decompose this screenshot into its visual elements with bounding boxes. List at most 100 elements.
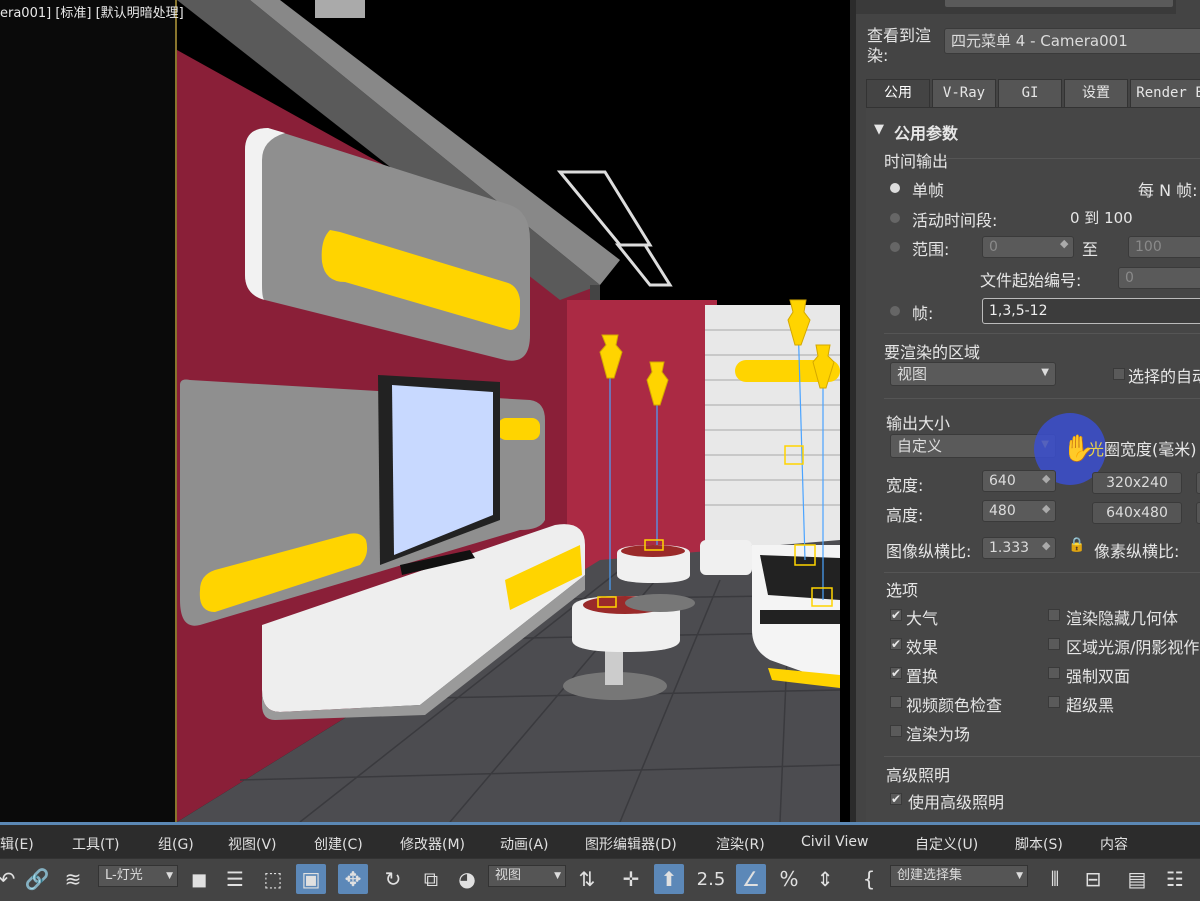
main-toolbar: ↶ 🔗 ≋ L-灯光 ▼ ◼ ☰ ⬚ ▣ ✥ ↻ ⧉ ◕ 视图 ▼ ⇅ ✛ ⬆ 2.… bbox=[0, 858, 1200, 901]
window-crossing-icon[interactable]: ▣ bbox=[296, 864, 326, 894]
pivot-center-icon[interactable]: ⇅ bbox=[572, 864, 602, 894]
tab-common[interactable]: 公用 bbox=[866, 79, 930, 107]
tab-gi[interactable]: GI bbox=[998, 79, 1062, 107]
select-manipulate-icon[interactable]: ✛ bbox=[616, 864, 646, 894]
preset-640x480-button[interactable]: 640x480 bbox=[1092, 502, 1182, 524]
range-to-spinner[interactable]: 100 bbox=[1128, 236, 1200, 258]
view-to-render-label-2: 染: bbox=[867, 46, 889, 65]
menu-group[interactable]: 组(G) bbox=[158, 834, 194, 854]
rollout-title[interactable]: 公用参数 bbox=[894, 120, 958, 144]
area-lights-label: 区域光源/阴影视作 bbox=[1066, 638, 1200, 657]
spinner-arrows-icon[interactable]: ◆ bbox=[1042, 502, 1050, 515]
undo-icon[interactable]: ↶ bbox=[0, 864, 22, 894]
preset-button-right[interactable] bbox=[1196, 472, 1200, 494]
auto-region-checkbox[interactable] bbox=[1113, 368, 1125, 380]
atmosphere-label: 大气 bbox=[906, 609, 939, 628]
camera-viewport[interactable]: era001] [标准] [默认明暗处理] bbox=[0, 0, 850, 822]
tab-render-elements[interactable]: Render E bbox=[1130, 79, 1200, 107]
rotate-icon[interactable]: ↻ bbox=[378, 864, 408, 894]
link-icon[interactable]: 🔗 bbox=[22, 864, 52, 894]
menu-modifiers[interactable]: 修改器(M) bbox=[400, 834, 465, 854]
ribbon-toggle-icon[interactable]: ☷ bbox=[1160, 864, 1190, 894]
frames-input[interactable]: 1,3,5-12 bbox=[982, 298, 1200, 324]
menu-create[interactable]: 创建(C) bbox=[314, 834, 363, 854]
video-color-check-checkbox[interactable] bbox=[890, 696, 902, 708]
effects-checkbox[interactable]: ✔ bbox=[890, 638, 902, 650]
ref-coord-dropdown[interactable]: 视图 ▼ bbox=[488, 865, 566, 887]
percent-snap-icon[interactable]: % bbox=[774, 864, 804, 894]
divider bbox=[884, 756, 1200, 757]
divider bbox=[884, 398, 1200, 399]
tab-settings[interactable]: 设置 bbox=[1064, 79, 1128, 107]
menu-edit[interactable]: 辑(E) bbox=[0, 834, 34, 854]
named-selection-dropdown[interactable]: 创建选择集 ▼ bbox=[890, 865, 1028, 887]
render-hidden-label: 渲染隐藏几何体 bbox=[1066, 609, 1179, 628]
lock-icon[interactable]: 🔒 bbox=[1068, 537, 1085, 553]
menu-views[interactable]: 视图(V) bbox=[228, 834, 277, 854]
file-start-label: 文件起始编号: bbox=[980, 271, 1082, 290]
radio-frames[interactable] bbox=[890, 306, 900, 316]
spinner-snap-icon[interactable]: ⇕ bbox=[810, 864, 840, 894]
super-black-label: 超级黑 bbox=[1066, 696, 1115, 715]
mirror-icon[interactable]: ⫴ bbox=[1040, 864, 1070, 894]
effects-label: 效果 bbox=[906, 638, 939, 657]
preset-dropdown[interactable] bbox=[944, 0, 1174, 8]
angle-snap-icon[interactable]: ∠ bbox=[736, 864, 766, 894]
radio-range[interactable] bbox=[890, 242, 900, 252]
menu-tools[interactable]: 工具(T) bbox=[72, 834, 119, 854]
active-segment-label: 活动时间段: bbox=[912, 211, 998, 230]
render-hidden-checkbox[interactable] bbox=[1048, 609, 1060, 621]
menu-customize[interactable]: 自定义(U) bbox=[915, 834, 978, 854]
menu-scripting[interactable]: 脚本(S) bbox=[1015, 834, 1063, 854]
bind-spacewarp-icon[interactable]: ≋ bbox=[58, 864, 88, 894]
area-dropdown[interactable]: 视图 ▼ bbox=[890, 362, 1056, 386]
frames-label: 帧: bbox=[912, 304, 934, 323]
place-icon[interactable]: ◕ bbox=[452, 864, 482, 894]
preset-button-right[interactable] bbox=[1196, 502, 1200, 524]
scale-icon[interactable]: ⧉ bbox=[416, 864, 446, 894]
select-object-icon[interactable]: ◼ bbox=[184, 864, 214, 894]
rollout-collapse-icon[interactable]: ▼ bbox=[874, 122, 884, 137]
main-menu-bar: 辑(E) 工具(T) 组(G) 视图(V) 创建(C) 修改器(M) 动画(A)… bbox=[0, 822, 1200, 858]
render-fields-checkbox[interactable] bbox=[890, 725, 902, 737]
menu-civil-view[interactable]: Civil View bbox=[801, 834, 868, 850]
output-preset-dropdown[interactable]: 自定义▼ bbox=[890, 434, 1056, 458]
select-by-name-icon[interactable]: ☰ bbox=[220, 864, 250, 894]
displacement-checkbox[interactable]: ✔ bbox=[890, 667, 902, 679]
tab-vray[interactable]: V-Ray bbox=[932, 79, 996, 107]
menu-graph-editors[interactable]: 图形编辑器(D) bbox=[585, 834, 677, 854]
layer-explorer-icon[interactable]: ▤ bbox=[1122, 864, 1152, 894]
area-title: 要渲染的区域 bbox=[884, 343, 981, 362]
area-lights-checkbox[interactable] bbox=[1048, 638, 1060, 650]
render-fields-label: 渲染为场 bbox=[906, 725, 971, 744]
viewport-label[interactable]: era001] [标准] [默认明暗处理] bbox=[0, 2, 184, 21]
use-advanced-lighting-checkbox[interactable]: ✔ bbox=[890, 793, 902, 805]
preset-320x240-button[interactable]: 320x240 bbox=[1092, 472, 1182, 494]
divider bbox=[944, 158, 1200, 159]
spinner-arrows-icon[interactable]: ◆ bbox=[1060, 237, 1068, 250]
video-color-check-label: 视频颜色检查 bbox=[906, 696, 1003, 715]
move-icon[interactable]: ✥ bbox=[338, 864, 368, 894]
radio-single[interactable] bbox=[890, 183, 900, 193]
super-black-checkbox[interactable] bbox=[1048, 696, 1060, 708]
snaps-toggle-icon[interactable]: 2.5 bbox=[696, 864, 726, 894]
rect-selection-icon[interactable]: ⬚ bbox=[258, 864, 288, 894]
view-to-render-dropdown[interactable]: 四元菜单 4 - Camera001 bbox=[944, 28, 1200, 54]
menu-rendering[interactable]: 渲染(R) bbox=[716, 834, 765, 854]
force-2sided-checkbox[interactable] bbox=[1048, 667, 1060, 679]
selection-filter-dropdown[interactable]: L-灯光 ▼ bbox=[98, 865, 178, 887]
displacement-label: 置换 bbox=[906, 667, 939, 686]
radio-active-segment[interactable] bbox=[890, 213, 900, 223]
spinner-arrows-icon[interactable]: ◆ bbox=[1042, 539, 1050, 552]
edit-named-selection-icon[interactable]: { bbox=[854, 864, 884, 894]
atmosphere-checkbox[interactable]: ✔ bbox=[890, 609, 902, 621]
render-setup-panel: 查看到渲 染: 四元菜单 4 - Camera001 公用 V-Ray GI 设… bbox=[850, 0, 1200, 822]
keyboard-shortcut-override-icon[interactable]: ⬆ bbox=[654, 864, 684, 894]
menu-content[interactable]: 内容 bbox=[1100, 834, 1128, 854]
file-start-spinner[interactable]: 0 bbox=[1118, 267, 1200, 289]
menu-animation[interactable]: 动画(A) bbox=[500, 834, 549, 854]
width-label: 宽度: bbox=[886, 476, 924, 495]
range-to-label: 至 bbox=[1082, 240, 1099, 259]
align-icon[interactable]: ⊟ bbox=[1078, 864, 1108, 894]
spinner-arrows-icon[interactable]: ◆ bbox=[1042, 472, 1050, 485]
